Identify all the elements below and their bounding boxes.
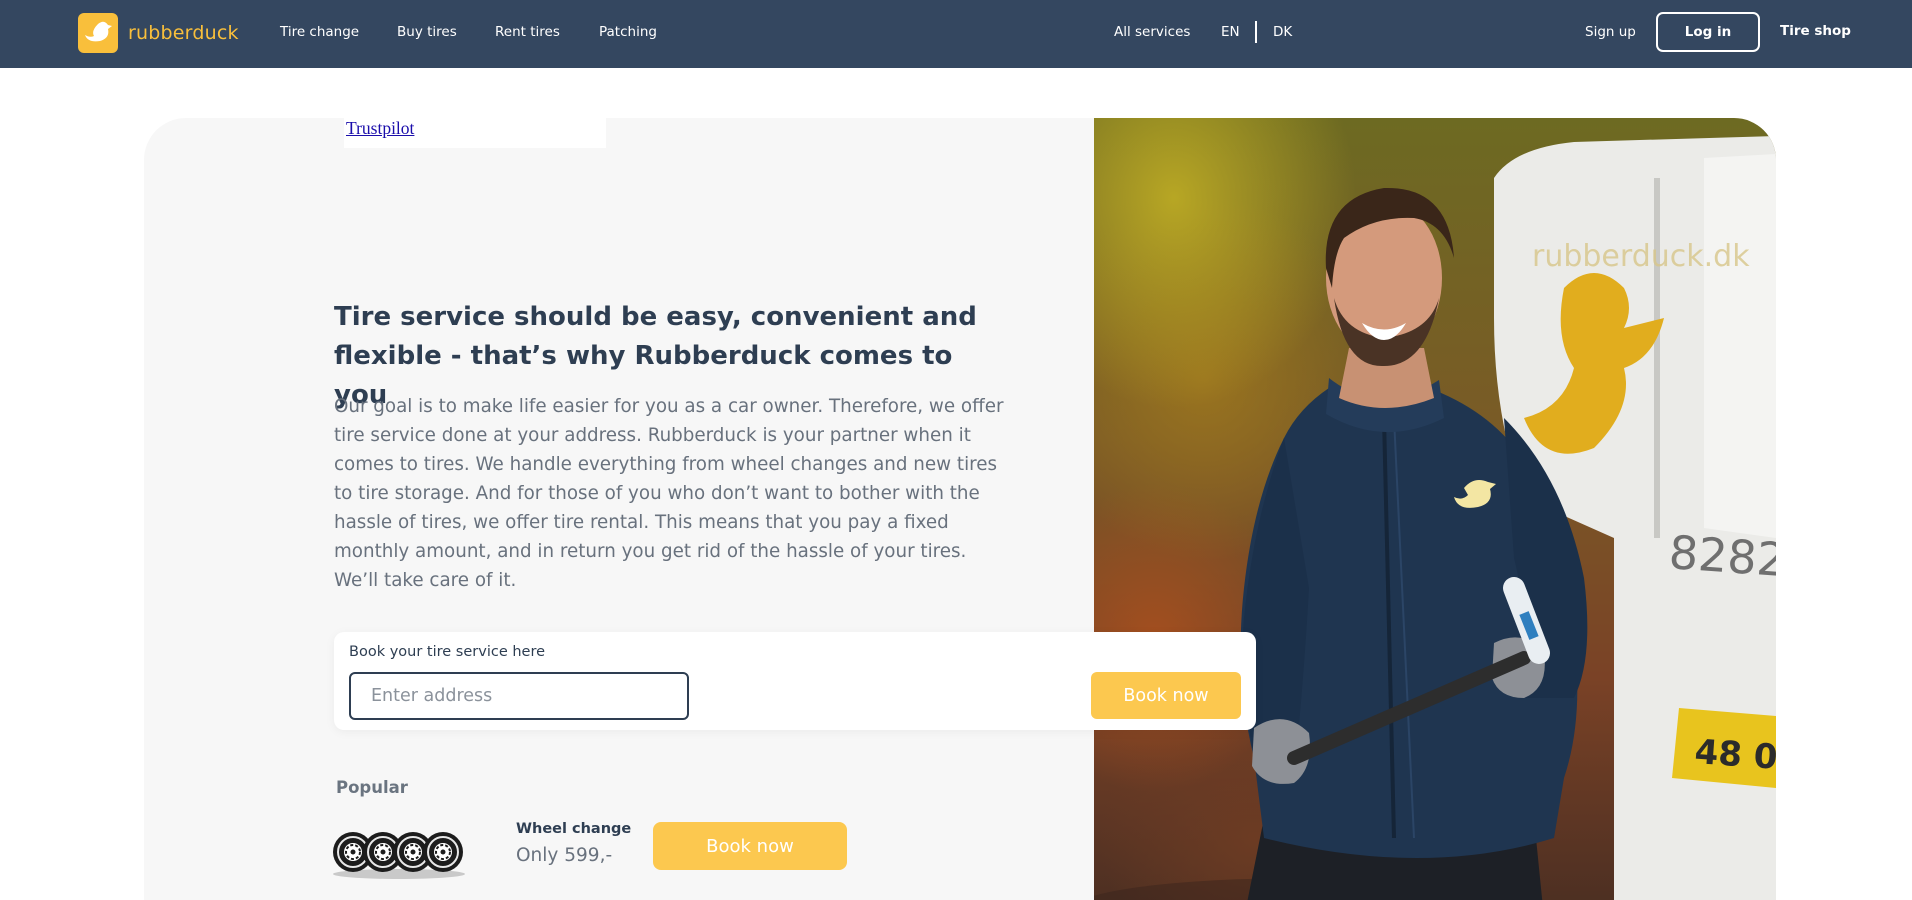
lang-en[interactable]: EN bbox=[1221, 24, 1240, 40]
book-now-button[interactable]: Book now bbox=[1091, 672, 1241, 719]
nav-link-tire-change[interactable]: Tire change bbox=[280, 24, 359, 40]
duck-logo-icon bbox=[78, 13, 118, 53]
lang-dk[interactable]: DK bbox=[1273, 24, 1292, 40]
booking-label: Book your tire service here bbox=[349, 644, 546, 660]
tire-shop-link[interactable]: Tire shop bbox=[1780, 23, 1851, 39]
van-text: rubberduck.dk bbox=[1532, 239, 1750, 274]
wheel-change-title: Wheel change bbox=[516, 821, 632, 837]
nav-link-rent-tires[interactable]: Rent tires bbox=[495, 24, 560, 40]
wheel-change-book-button[interactable]: Book now bbox=[653, 822, 847, 870]
technician-photo-illustration: rubberduck.dk 8282 62 48 087 bbox=[1094, 136, 1776, 900]
popular-heading: Popular bbox=[336, 778, 408, 797]
address-input[interactable] bbox=[349, 672, 689, 720]
brand-logo[interactable]: rubberduck bbox=[78, 13, 239, 53]
booking-card: Book your tire service here Book now bbox=[334, 632, 1256, 730]
wheel-change-price: Only 599,- bbox=[516, 845, 613, 866]
tires-icon bbox=[333, 832, 465, 879]
lang-divider bbox=[1255, 21, 1257, 43]
log-in-button[interactable]: Log in bbox=[1656, 12, 1760, 52]
nav-link-buy-tires[interactable]: Buy tires bbox=[397, 24, 457, 40]
hero-photo: rubberduck.dk 8282 62 48 087 bbox=[1094, 118, 1776, 900]
top-navbar: rubberduck Tire change Buy tires Rent ti… bbox=[0, 0, 1912, 68]
trustpilot-link[interactable]: Trustpilot bbox=[346, 118, 414, 139]
nav-link-all-services[interactable]: All services bbox=[1114, 24, 1190, 40]
sign-up-link[interactable]: Sign up bbox=[1585, 24, 1636, 40]
hero-description: Our goal is to make life easier for you … bbox=[334, 396, 1004, 591]
brand-name: rubberduck bbox=[128, 22, 239, 44]
hero-section: Trustpilot Tire service should be easy, … bbox=[144, 118, 1776, 900]
nav-link-patching[interactable]: Patching bbox=[599, 24, 657, 40]
